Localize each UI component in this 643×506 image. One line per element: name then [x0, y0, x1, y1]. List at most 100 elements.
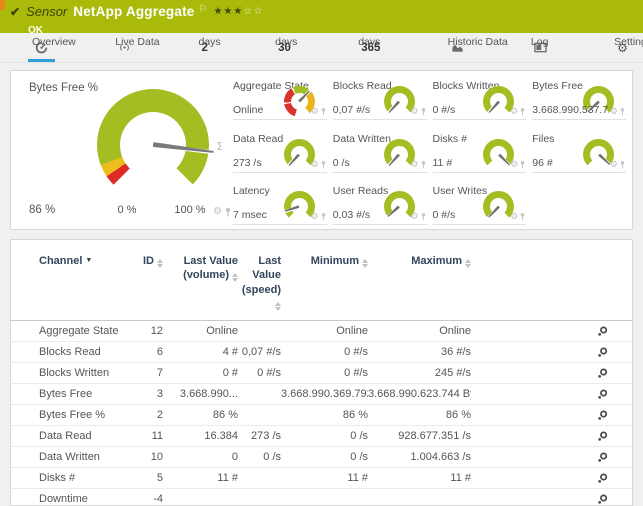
- mini-gauge-settings-gear-icon[interactable]: ⚙: [510, 211, 518, 222]
- channel-table-row: Bytes Free 3 3.668.990... 3.668.990.369.…: [11, 384, 632, 405]
- mini-gauge-settings-gear-icon[interactable]: ⚙: [510, 106, 518, 117]
- channel-settings-icon[interactable]: [597, 389, 608, 400]
- mini-gauge-pin-icon[interactable]: [321, 107, 326, 116]
- mini-gauge-pin-icon[interactable]: [321, 160, 326, 169]
- cell-last-value-volume: 3.668.990...: [163, 384, 238, 405]
- tab-days[interactable]: 365 days: [358, 33, 383, 62]
- mini-gauge-settings-gear-icon[interactable]: ⚙: [311, 106, 319, 117]
- cell-channel[interactable]: Downtime: [11, 489, 136, 506]
- cell-id: 3: [136, 384, 163, 405]
- cell-channel[interactable]: Data Written: [11, 447, 136, 468]
- mini-gauge-settings-gear-icon[interactable]: ⚙: [311, 211, 319, 222]
- column-header-last-value-volume[interactable]: Last Value (volume): [163, 250, 238, 321]
- mini-gauge-needle: [487, 206, 500, 219]
- mini-gauge-label: Blocks Read: [333, 80, 392, 92]
- tab-log[interactable]: Log: [531, 33, 550, 62]
- mini-gauge-label: Bytes Free: [532, 80, 583, 92]
- mini-gauge-pin-icon[interactable]: [620, 160, 625, 169]
- mini-gauge-data-written[interactable]: Data Written 0 /s ⚙: [333, 130, 427, 173]
- primary-channel-gauge[interactable]: Bytes Free % ∑ 0 % 100 % 86 % ⚙: [28, 77, 233, 229]
- tab-days[interactable]: 2 days: [199, 33, 211, 62]
- cell-channel[interactable]: Aggregate State: [11, 321, 136, 342]
- cell-channel[interactable]: Bytes Free %: [11, 405, 136, 426]
- tab-settings[interactable]: ⚙ Settings: [614, 33, 631, 62]
- column-header-id[interactable]: ID: [136, 250, 163, 321]
- sensor-title: NetApp Aggregate: [73, 4, 194, 19]
- column-header-last-value-speed[interactable]: Last Value (speed): [238, 250, 281, 321]
- cell-channel[interactable]: Blocks Written: [11, 363, 136, 384]
- cell-id: 6: [136, 342, 163, 363]
- channel-settings-icon[interactable]: [597, 368, 608, 379]
- priority-stars[interactable]: ★★★☆☆: [213, 6, 263, 17]
- tab-overview[interactable]: Overview: [32, 33, 51, 62]
- mini-gauge-pin-icon[interactable]: [520, 212, 525, 221]
- tab-label: Settings: [614, 36, 643, 48]
- cell-channel[interactable]: Bytes Free: [11, 384, 136, 405]
- mini-gauge-pin-icon[interactable]: [421, 212, 426, 221]
- tab-days[interactable]: 30 days: [275, 33, 294, 62]
- channel-table-row: Aggregate State 12 Online Online Online: [11, 321, 632, 342]
- mini-gauge-files[interactable]: Files 96 # ⚙: [532, 130, 626, 173]
- table-header-row: Channel▼ ID Last Value (volume) Last Val…: [11, 250, 632, 321]
- mini-gauge-blocks-read[interactable]: Blocks Read 0,07 #/s ⚙: [333, 77, 427, 120]
- channel-table-row: Bytes Free % 2 86 % 86 % 86 %: [11, 405, 632, 426]
- cell-channel[interactable]: Disks #: [11, 468, 136, 489]
- sort-icon: [465, 259, 471, 268]
- mini-gauge-user-reads[interactable]: User Reads 0,03 #/s ⚙: [333, 182, 427, 225]
- channel-settings-icon[interactable]: [597, 452, 608, 463]
- tab-label: Live Data: [115, 36, 159, 48]
- mini-gauge-data-read[interactable]: Data Read 273 /s ⚙: [233, 130, 327, 173]
- channel-settings-icon[interactable]: [597, 347, 608, 358]
- content-area: Bytes Free % ∑ 0 % 100 % 86 % ⚙ Aggregat…: [0, 63, 643, 506]
- tab-historic-data[interactable]: Historic Data: [448, 33, 467, 62]
- mini-gauge-value: 0 #/s: [433, 104, 456, 116]
- stars-empty[interactable]: ☆☆: [243, 6, 263, 17]
- tab-label: days: [199, 36, 221, 48]
- mini-gauge-aggregate-state[interactable]: Aggregate State Online ⚙: [233, 77, 327, 120]
- primary-gauge-label: Bytes Free %: [29, 82, 98, 94]
- mini-gauge-settings-gear-icon[interactable]: ⚙: [610, 106, 618, 117]
- mini-gauge-settings-gear-icon[interactable]: ⚙: [410, 159, 418, 170]
- cell-channel[interactable]: Data Read: [11, 426, 136, 447]
- cell-id: 5: [136, 468, 163, 489]
- stars-filled[interactable]: ★★★: [213, 6, 243, 17]
- column-header-maximum[interactable]: Maximum: [368, 250, 471, 321]
- mini-gauge-pin-icon[interactable]: [421, 160, 426, 169]
- column-header-channel[interactable]: Channel▼: [11, 250, 136, 321]
- mini-gauge-pin-icon[interactable]: [620, 107, 625, 116]
- cell-id: 11: [136, 426, 163, 447]
- prtg-sensor-page: ✔ Sensor NetApp Aggregate ⚐ ★★★☆☆ OK Ove…: [0, 0, 643, 506]
- mini-gauge-pin-icon[interactable]: [520, 107, 525, 116]
- gauge-settings-gear-icon[interactable]: ⚙: [213, 206, 222, 217]
- channel-settings-icon[interactable]: [597, 410, 608, 421]
- mini-gauge-bytes-free[interactable]: Bytes Free 3.668.990.537.728 … ⚙: [532, 77, 626, 120]
- channel-settings-icon[interactable]: [597, 473, 608, 484]
- cell-id: -4: [136, 489, 163, 506]
- cell-maximum: 86 %: [368, 405, 471, 426]
- cell-minimum: 86 %: [281, 405, 368, 426]
- gauge-pin-icon[interactable]: [225, 207, 231, 217]
- mini-gauge-settings-gear-icon[interactable]: ⚙: [610, 159, 618, 170]
- cell-last-value-speed: 273 /s: [238, 426, 281, 447]
- channel-settings-icon[interactable]: [597, 494, 608, 505]
- channel-settings-icon[interactable]: [597, 326, 608, 337]
- flag-icon[interactable]: ⚐: [198, 4, 207, 15]
- cell-minimum: 0 /s: [281, 426, 368, 447]
- mini-gauge-pin-icon[interactable]: [321, 212, 326, 221]
- mini-gauge-pin-icon[interactable]: [520, 160, 525, 169]
- mini-gauge-settings-gear-icon[interactable]: ⚙: [311, 159, 319, 170]
- mini-gauge-pin-icon[interactable]: [421, 107, 426, 116]
- column-header-minimum[interactable]: Minimum: [281, 250, 368, 321]
- mini-gauge-disks-[interactable]: Disks # 11 # ⚙: [433, 130, 527, 173]
- mini-gauge-settings-gear-icon[interactable]: ⚙: [410, 211, 418, 222]
- mini-gauge-blocks-written[interactable]: Blocks Written 0 #/s ⚙: [433, 77, 527, 120]
- mini-gauge-needle: [387, 206, 400, 218]
- mini-gauge-latency[interactable]: Latency 7 msec ⚙: [233, 182, 327, 225]
- channel-settings-icon[interactable]: [597, 431, 608, 442]
- priority-corner-notch: [0, 0, 5, 10]
- tab-live-data[interactable]: Live Data: [115, 33, 134, 62]
- cell-channel[interactable]: Blocks Read: [11, 342, 136, 363]
- mini-gauge-settings-gear-icon[interactable]: ⚙: [410, 106, 418, 117]
- mini-gauge-user-writes[interactable]: User Writes 0 #/s ⚙: [433, 182, 527, 225]
- mini-gauge-settings-gear-icon[interactable]: ⚙: [510, 159, 518, 170]
